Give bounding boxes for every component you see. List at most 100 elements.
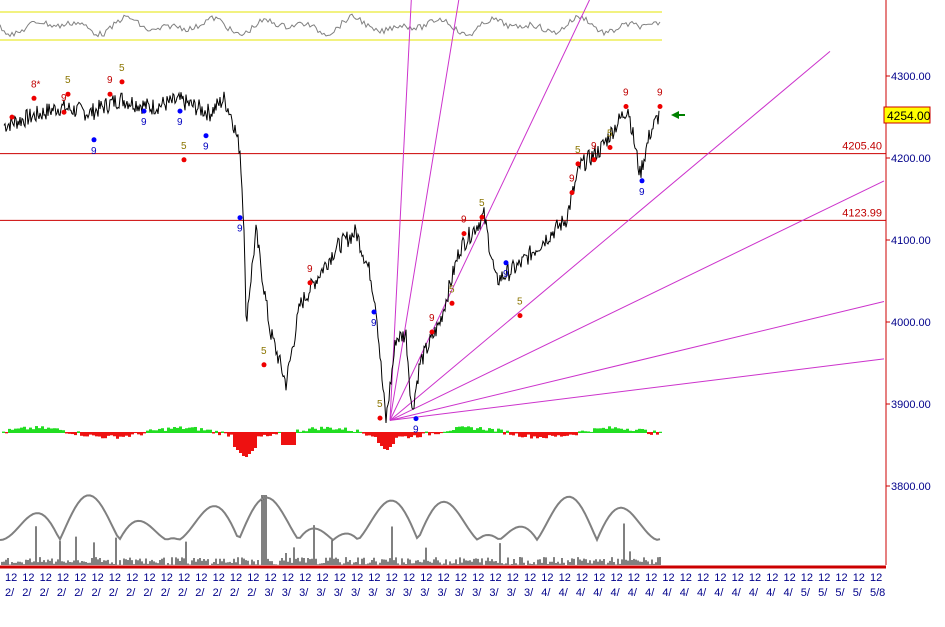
histogram-bar bbox=[545, 432, 548, 439]
histogram-bar bbox=[317, 430, 320, 433]
histogram-bar bbox=[593, 428, 596, 433]
histogram-bar bbox=[653, 430, 656, 433]
x-tick-label-bottom: 3/ bbox=[282, 587, 292, 599]
histogram-bar bbox=[530, 432, 533, 439]
histogram-bar bbox=[26, 429, 29, 433]
histogram-bar bbox=[473, 429, 476, 433]
histogram-bar bbox=[32, 429, 35, 433]
x-tick-label-bottom: 3/ bbox=[438, 587, 448, 599]
histogram-bar bbox=[116, 432, 119, 439]
histogram-bar bbox=[626, 428, 629, 433]
signal-dot bbox=[31, 95, 37, 101]
histogram-bar bbox=[2, 431, 5, 433]
histogram-bar bbox=[140, 432, 143, 436]
x-tick-label-bottom: 5/ bbox=[853, 587, 863, 599]
histogram-bar bbox=[257, 432, 260, 437]
signal-label: 9 bbox=[569, 174, 575, 185]
x-tick-label-bottom: 2/ bbox=[109, 587, 119, 599]
histogram-bar bbox=[287, 432, 290, 445]
x-tick-label-top: 12 bbox=[766, 572, 778, 584]
histogram-bar bbox=[395, 432, 398, 438]
histogram-bar bbox=[104, 432, 107, 439]
histogram-bar bbox=[167, 427, 170, 433]
histogram-bar bbox=[320, 426, 323, 433]
x-tick-label-bottom: 2/ bbox=[5, 587, 15, 599]
histogram-bar bbox=[386, 432, 389, 450]
histogram-bar bbox=[551, 432, 554, 436]
signal-label: 9 bbox=[107, 75, 113, 86]
histogram-bar bbox=[497, 428, 500, 433]
x-tick-label-bottom: 4/ bbox=[766, 587, 776, 599]
histogram-bar bbox=[515, 432, 518, 434]
histogram-bar bbox=[185, 428, 188, 433]
x-tick-label-top: 12 bbox=[403, 572, 415, 584]
x-tick-label-top: 12 bbox=[853, 572, 865, 584]
histogram-bar bbox=[77, 431, 80, 433]
signal-dot bbox=[591, 157, 597, 163]
histogram-bar bbox=[131, 432, 134, 435]
signal-label: 8* bbox=[31, 79, 41, 90]
x-tick-label-bottom: 4/ bbox=[628, 587, 638, 599]
histogram-bar bbox=[332, 429, 335, 433]
x-tick-label-bottom: 3/ bbox=[265, 587, 275, 599]
histogram-bar bbox=[128, 432, 131, 437]
histogram-bar bbox=[479, 427, 482, 433]
histogram-bar bbox=[611, 428, 614, 433]
histogram-bar bbox=[284, 432, 287, 445]
signal-label: 5 bbox=[449, 284, 455, 295]
histogram-bar bbox=[113, 432, 116, 437]
histogram-bar bbox=[455, 427, 458, 433]
histogram-bar bbox=[536, 432, 539, 439]
signal-dot bbox=[413, 416, 419, 422]
signal-dot bbox=[623, 104, 629, 109]
histogram-bar bbox=[341, 429, 344, 433]
signal-dot bbox=[91, 137, 97, 143]
signal-dot bbox=[181, 157, 187, 163]
histogram-bar bbox=[68, 432, 71, 434]
histogram-bar bbox=[179, 426, 182, 433]
signal-dot bbox=[177, 108, 183, 114]
signal-dot bbox=[575, 161, 581, 167]
signal-dot bbox=[517, 313, 523, 319]
oscillator-line bbox=[0, 13, 661, 38]
x-tick-label-bottom: 2/ bbox=[57, 587, 67, 599]
histogram-bar bbox=[38, 428, 41, 433]
histogram-bar bbox=[608, 426, 611, 433]
histogram-bar bbox=[581, 430, 584, 433]
histogram-bar bbox=[260, 432, 263, 437]
volume-average-line bbox=[0, 494, 661, 543]
signal-label: 5 bbox=[607, 129, 613, 140]
histogram-bar bbox=[641, 428, 644, 433]
signal-dot bbox=[607, 145, 613, 150]
signal-dot bbox=[141, 108, 147, 114]
histogram-bar bbox=[431, 432, 434, 434]
signal-dot bbox=[569, 190, 575, 196]
x-tick-label-top: 12 bbox=[386, 572, 398, 584]
histogram-bar bbox=[422, 432, 425, 434]
x-tick-label-top: 12 bbox=[524, 572, 536, 584]
signal-label: 5 bbox=[377, 399, 383, 410]
signal-label: 9 bbox=[503, 269, 509, 280]
histogram-bar bbox=[485, 430, 488, 433]
histogram-bar bbox=[392, 432, 395, 444]
histogram-bar bbox=[296, 429, 299, 433]
histogram-bar bbox=[446, 431, 449, 433]
x-tick-label-top: 12 bbox=[662, 572, 674, 584]
signal-dot bbox=[261, 362, 267, 368]
signal-dot bbox=[449, 300, 455, 306]
histogram-bar bbox=[326, 426, 329, 433]
histogram-bar bbox=[371, 432, 374, 437]
y-tick-label: 4000.00 bbox=[891, 317, 931, 329]
histogram-bar bbox=[275, 432, 278, 435]
histogram-bar bbox=[476, 428, 479, 433]
histogram-bar bbox=[644, 429, 647, 433]
signal-label: 9 bbox=[657, 88, 663, 99]
fan-line bbox=[389, 301, 885, 421]
histogram-bar bbox=[605, 428, 608, 433]
histogram-bar bbox=[428, 432, 431, 436]
x-tick-label-top: 12 bbox=[611, 572, 623, 584]
histogram-bar bbox=[599, 428, 602, 433]
x-tick-label-bottom: 3/ bbox=[334, 587, 344, 599]
signal-label: 9 bbox=[371, 318, 377, 329]
signal-label: 9 bbox=[141, 117, 147, 128]
